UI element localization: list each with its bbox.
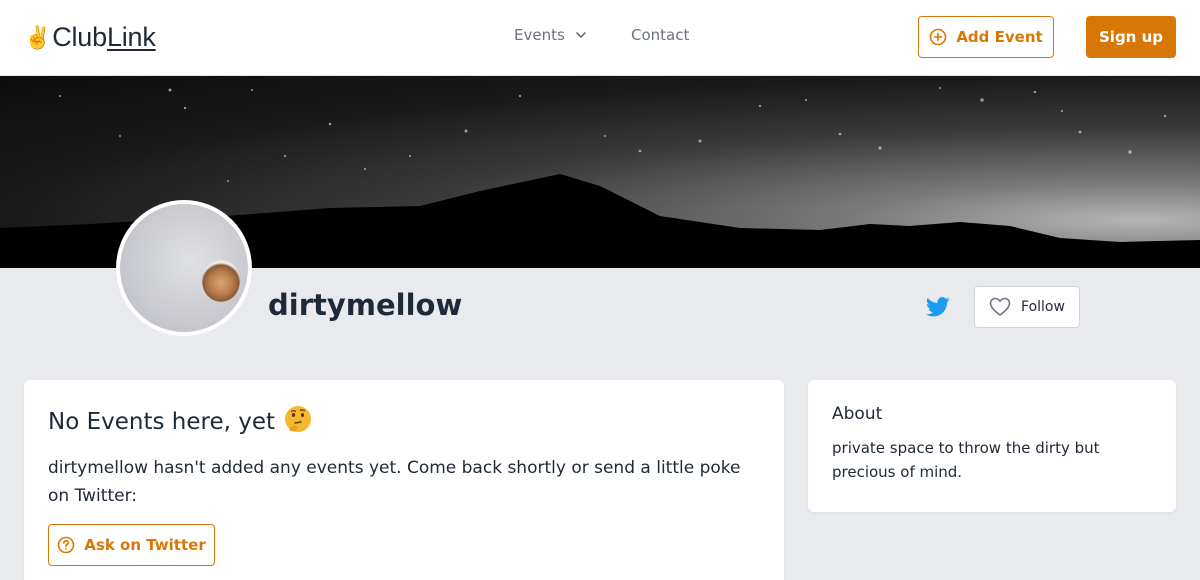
top-navbar: ✌ Club Link Events Contact Add Event Sign… <box>0 0 1200 76</box>
about-card-title: About <box>832 404 883 424</box>
victory-hand-icon: ✌ <box>24 24 52 50</box>
about-card: About private space to throw the dirty b… <box>808 380 1176 512</box>
events-card-title: No Events here, yet <box>48 409 276 435</box>
clublink-logo[interactable]: ✌ Club Link <box>24 22 156 53</box>
nav-events-label: Events <box>514 26 565 44</box>
ask-on-twitter-button[interactable]: Ask on Twitter <box>48 524 215 566</box>
question-circle-icon <box>57 536 75 554</box>
avatar-photo-subject <box>202 260 240 302</box>
nav-contact-link[interactable]: Contact <box>631 26 689 44</box>
signup-button[interactable]: Sign up <box>1086 16 1176 58</box>
add-event-label: Add Event <box>956 28 1043 46</box>
events-card-message: dirtymellow hasn't added any events yet.… <box>48 458 741 506</box>
logo-text-club: Club <box>52 22 107 52</box>
nav-events-dropdown[interactable]: Events <box>514 26 588 44</box>
plus-circle-icon <box>930 28 947 46</box>
ask-on-twitter-label: Ask on Twitter <box>84 536 206 554</box>
events-card-heading: No Events here, yet <box>48 404 313 440</box>
follow-button[interactable]: Follow <box>974 286 1080 328</box>
twitter-icon[interactable] <box>926 296 950 318</box>
profile-username: dirtymellow <box>268 288 463 322</box>
heart-icon <box>989 297 1011 316</box>
logo-text-link: Link <box>106 22 156 52</box>
about-card-text: private space to throw the dirty but pre… <box>832 439 1100 481</box>
events-card: No Events here, yet dirtymellow hasn't a… <box>24 380 784 580</box>
add-event-button[interactable]: Add Event <box>918 16 1054 58</box>
follow-label: Follow <box>1021 299 1065 315</box>
thinking-face-icon <box>283 404 313 440</box>
chevron-down-icon <box>575 32 586 38</box>
profile-avatar <box>116 200 252 336</box>
